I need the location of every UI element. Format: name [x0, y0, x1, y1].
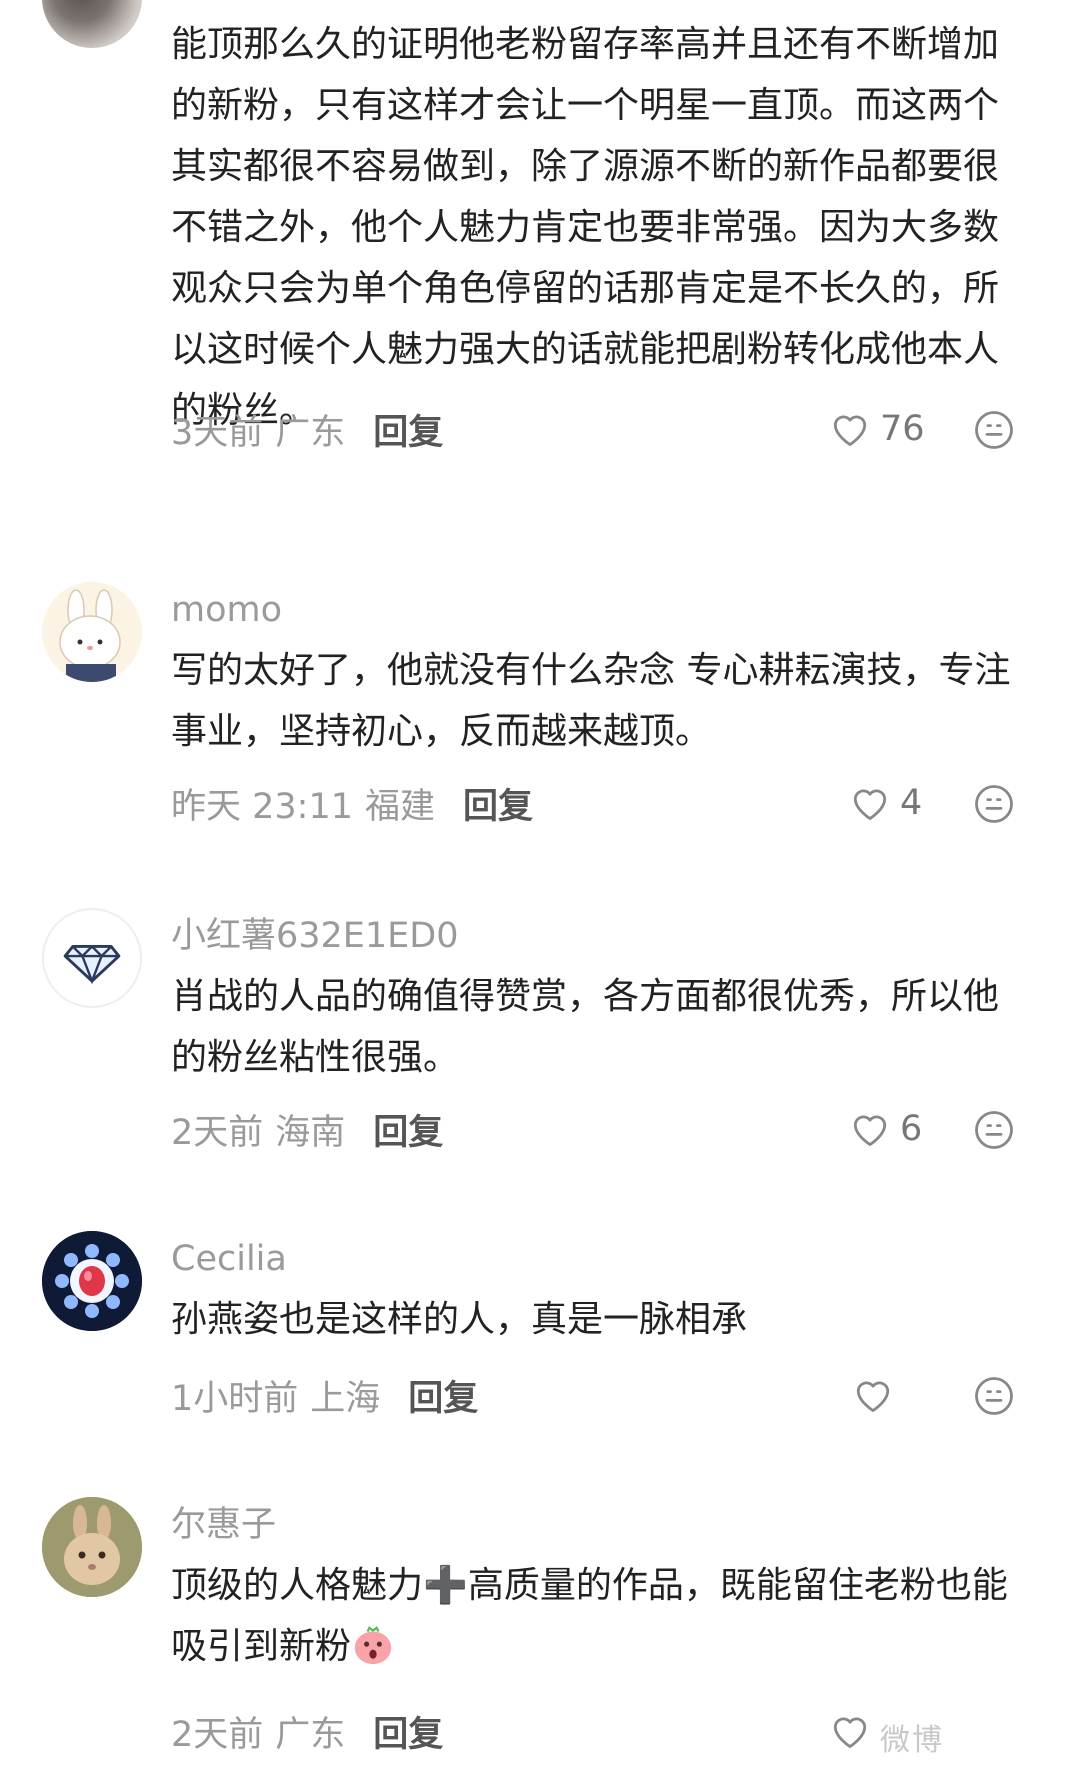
heart-outline-icon	[856, 1381, 890, 1412]
like-count: 6	[900, 1109, 923, 1149]
comment-text: 写的太好了，他就没有什么杂念 专心耕耘演技，专注事业，坚持初心，反而越来越顶。	[171, 650, 1011, 752]
like-button[interactable]	[853, 1370, 903, 1420]
avatar[interactable]	[42, 1497, 142, 1597]
comment-time: 2天前	[171, 1112, 264, 1153]
comment-meta: 2天前 海南 回复	[171, 1104, 443, 1154]
like-button[interactable]: 76	[830, 404, 925, 454]
smiley-icon[interactable]	[973, 1109, 1015, 1151]
comment-time: 2天前	[171, 1714, 264, 1755]
comment-location: 海南	[275, 1112, 346, 1153]
reply-button[interactable]: 回复	[373, 1104, 443, 1155]
bunny-avatar-image	[42, 582, 142, 682]
reply-button[interactable]: 回复	[373, 404, 443, 455]
heart-outline-icon	[853, 1115, 887, 1146]
heart-outline-icon	[853, 789, 887, 820]
comment-time: 3天前	[171, 412, 264, 453]
like-button[interactable]	[830, 1706, 880, 1756]
diamond-icon	[63, 944, 121, 985]
comment-meta: 1小时前 上海 回复	[171, 1370, 478, 1420]
comment-text: 孙燕姿也是这样的人，真是一脉相承	[171, 1299, 748, 1340]
surprised-face-emoji	[354, 1626, 392, 1665]
comment-meta: 昨天 23:11 福建 回复	[171, 778, 533, 828]
avatar[interactable]	[42, 1231, 142, 1331]
comment-meta: 2天前 广东 回复	[171, 1706, 443, 1756]
comment-location: 福建	[365, 786, 436, 827]
username[interactable]: momo	[171, 588, 282, 632]
avatar[interactable]	[42, 908, 142, 1008]
avatar[interactable]	[42, 0, 142, 48]
gem-flower-avatar-image	[42, 1231, 142, 1331]
smiley-icon[interactable]	[973, 783, 1015, 825]
comment-time: 1小时前	[171, 1378, 299, 1419]
reply-button[interactable]: 回复	[408, 1370, 478, 1421]
comment-location: 广东	[275, 1714, 346, 1755]
rabbit-avatar-image	[42, 1497, 142, 1597]
comment-text: 肖战的人品的确值得赞赏，各方面都很优秀，所以他的粉丝粘性很强。	[171, 976, 1000, 1078]
comment-time: 昨天 23:11	[171, 786, 353, 827]
heart-outline-icon	[833, 415, 867, 446]
like-button[interactable]: 6	[850, 1104, 922, 1154]
watermark: 微博	[880, 1723, 944, 1758]
like-button[interactable]: 4	[850, 778, 922, 828]
like-count: 4	[900, 783, 923, 823]
username[interactable]: Cecilia	[171, 1237, 287, 1281]
smiley-icon[interactable]	[973, 1375, 1015, 1417]
heart-outline-icon	[833, 1717, 867, 1748]
comment-location: 上海	[310, 1378, 381, 1419]
reply-button[interactable]: 回复	[373, 1706, 443, 1757]
username[interactable]: 尔惠子	[171, 1503, 276, 1547]
comment-text: 顶级的人格魅力➕高质量的作品，既能留住老粉也能吸引到新粉	[171, 1555, 1031, 1677]
comment-meta: 3天前 广东 回复	[171, 404, 443, 454]
comment-text: 能顶那么久的证明他老粉留存率高并且还有不断增加的新粉，只有这样才会让一个明星一直…	[171, 24, 1000, 431]
username[interactable]: 小红薯632E1ED0	[171, 914, 459, 958]
like-count: 76	[880, 409, 925, 449]
smiley-icon[interactable]	[973, 409, 1015, 451]
comment-text-content: 顶级的人格魅力➕高质量的作品，既能留住老粉也能吸引到新粉	[171, 1565, 1008, 1667]
avatar[interactable]	[42, 582, 142, 682]
comment-location: 广东	[275, 412, 346, 453]
reply-button[interactable]: 回复	[463, 778, 533, 829]
